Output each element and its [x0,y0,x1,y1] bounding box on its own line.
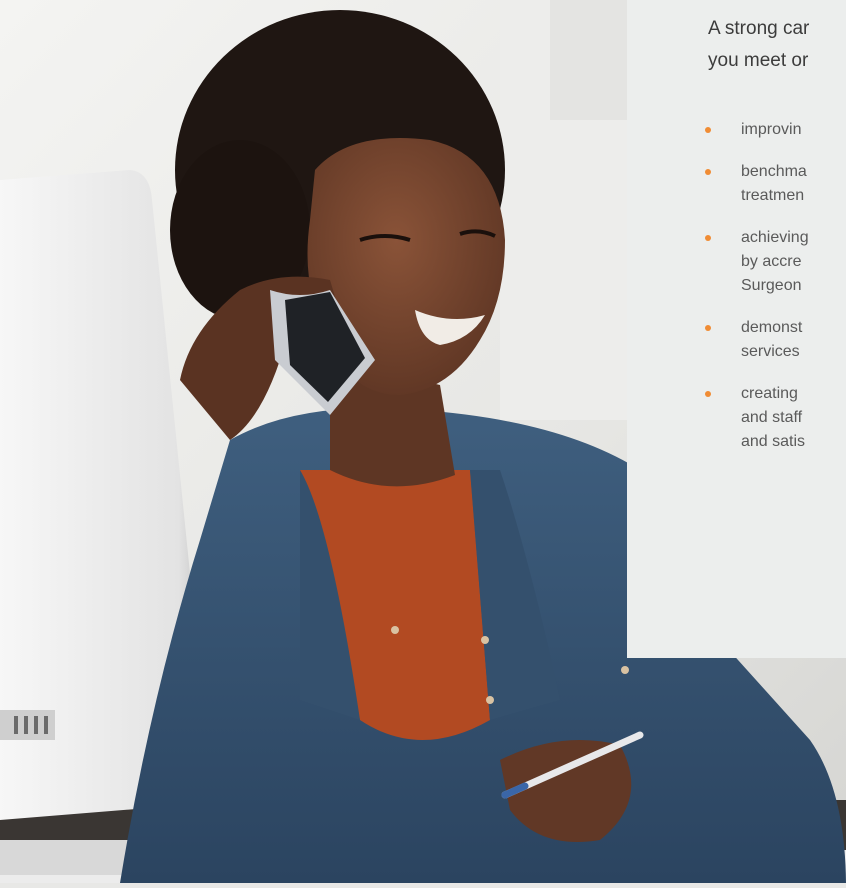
orange-bullet-icon [705,169,711,175]
list-item-line: by accre [741,253,802,270]
intro-line: you meet or [708,50,809,71]
orange-bullet-icon [705,127,711,133]
orange-bullet-icon [705,235,711,241]
list-item-line: services [741,343,800,360]
list-item-line: improvin [741,121,802,138]
intro-line: A strong car [708,18,810,39]
list-item: benchma treatmen [705,160,846,208]
orange-bullet-icon [705,391,711,397]
list-item-line: creating [741,385,798,402]
card-intro-text: A strong car you meet or [708,13,846,77]
list-item-line: benchma [741,163,807,180]
orange-bullet-icon [705,325,711,331]
list-item-line: demonst [741,319,803,336]
list-item: demonst services [705,316,846,364]
list-item-line: Surgeon [741,277,802,294]
benefits-list: improvin benchma treatmen achieving by a… [705,118,846,454]
info-card: A strong car you meet or improvin benchm… [627,0,846,658]
list-item: improvin [705,118,846,142]
list-item-line: treatmen [741,187,805,204]
list-item-line: achieving [741,229,809,246]
list-item: creating and staff and satis [705,382,846,454]
list-item-line: and satis [741,433,806,450]
list-item-line: and staff [741,409,803,426]
list-item: achieving by accre Surgeon [705,226,846,298]
